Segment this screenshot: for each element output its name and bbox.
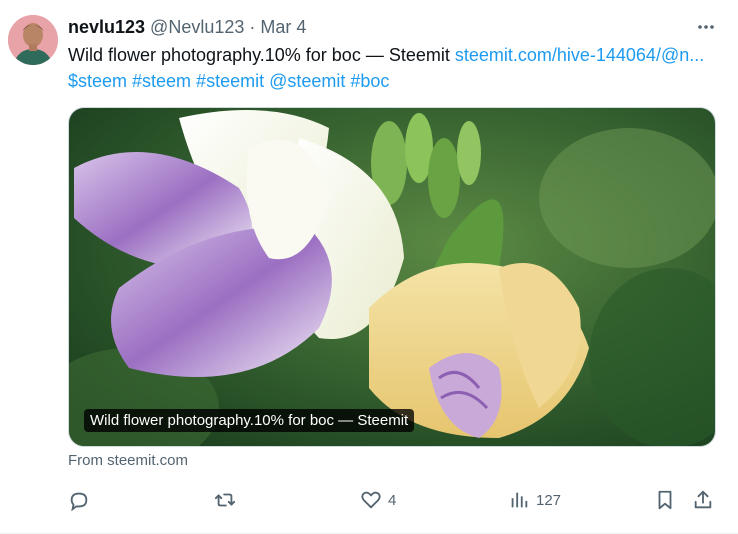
like-button[interactable]: 4 [360,486,396,514]
views-button[interactable]: 127 [508,486,561,514]
views-icon [508,489,530,511]
display-name[interactable]: nevlu123 [68,17,145,38]
like-count: 4 [388,491,397,509]
tweet-text: Wild flower photography.10% for boc — St… [68,42,708,94]
tweet-hashtags[interactable]: $steem #steem #steemit @steemit #boc [68,71,389,91]
more-icon[interactable] [692,14,720,40]
reply-button[interactable] [68,486,90,514]
tweet-header: nevlu123 @Nevlu123 · Mar 4 [68,14,306,40]
tweet-text-plain: Wild flower photography.10% for boc — St… [68,45,455,65]
bookmark-button[interactable] [654,486,676,514]
retweet-button[interactable] [214,486,236,514]
card-source[interactable]: From steemit.com [68,452,188,469]
reply-icon [68,489,90,511]
avatar[interactable] [8,15,58,65]
share-icon [692,489,714,511]
view-count: 127 [536,491,562,509]
link-card[interactable]: Wild flower photography.10% for boc — St… [68,107,716,447]
heart-icon [360,489,382,511]
separator-dot: · [249,16,256,37]
user-handle[interactable]: @Nevlu123 [150,17,244,38]
tweet-link[interactable]: steemit.com/hive-144064/@n... [455,45,704,65]
retweet-icon [214,489,236,511]
tweet-date[interactable]: Mar 4 [260,17,306,38]
card-image [69,108,715,446]
bookmark-icon [654,489,676,511]
tweet[interactable]: nevlu123 @Nevlu123 · Mar 4 Wild flower p… [0,0,738,534]
action-bar: 4 127 [68,486,718,514]
card-caption: Wild flower photography.10% for boc — St… [84,409,415,432]
share-button[interactable] [692,486,714,514]
